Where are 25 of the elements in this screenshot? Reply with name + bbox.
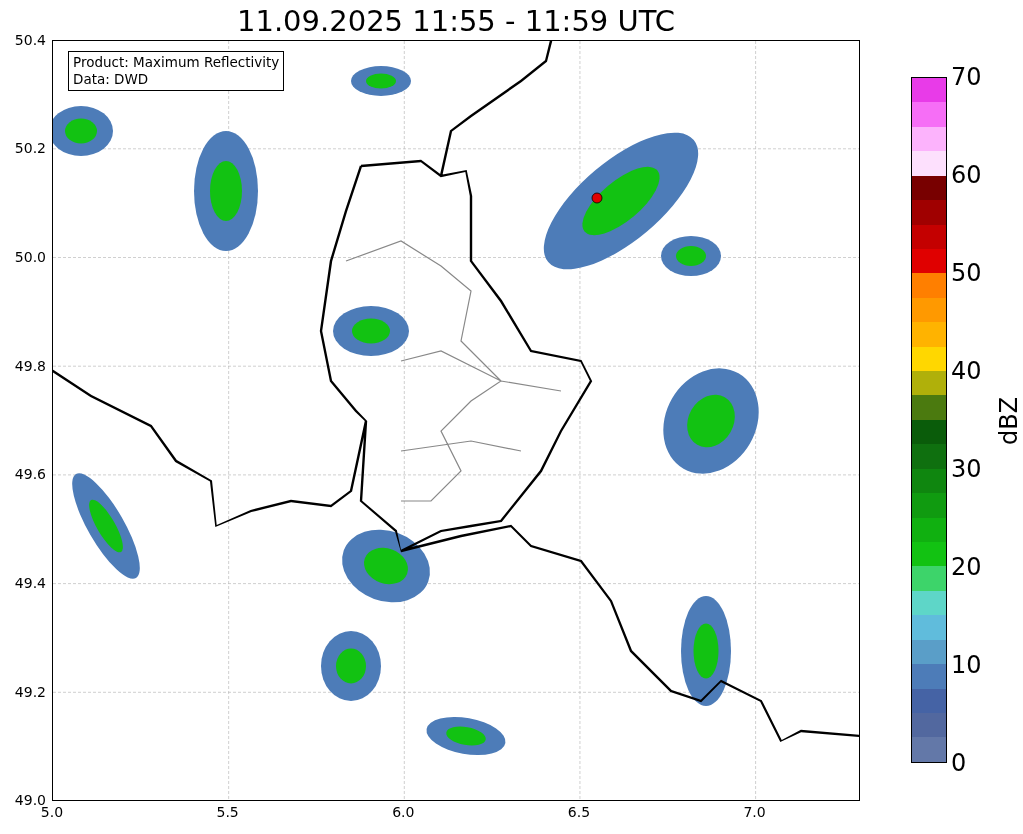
axis-tick-label: 49.0 (14, 793, 46, 808)
scale-label: dBZ (997, 396, 1022, 446)
axis-tick-label: 50.4 (14, 32, 46, 47)
info-text: Data: DWD (73, 71, 150, 88)
scale-tick-label: 20 (951, 555, 982, 579)
axis-tick-label: 6.0 (392, 805, 415, 819)
scale-tick-label: 30 (951, 457, 982, 481)
axis-tick-label: 49.8 (14, 358, 46, 373)
chart-title: 11.09.2025 11:55 - 11:59 UTC (237, 4, 675, 36)
scale-tick-label: 70 (951, 65, 982, 89)
axis-tick-label: 6.5 (567, 805, 591, 819)
scale-tick-label: 50 (951, 261, 982, 285)
axis-tick-label: 49.2 (14, 684, 46, 699)
axis-tick-label: 50.0 (14, 249, 46, 264)
axis-tick-label: 49.6 (14, 467, 46, 482)
scale-tick-label: 60 (951, 163, 982, 187)
axis-tick-label: 7.0 (743, 805, 766, 819)
axis-tick-label: 49.4 (14, 576, 46, 590)
info-text: Product: Maximum Reflectivity (73, 54, 280, 71)
axis-tick-label: 5.5 (216, 805, 239, 819)
scale-tick-label: 0 (951, 751, 967, 775)
axis-tick-label: 5.0 (40, 805, 64, 819)
scale-tick-label: 10 (951, 653, 982, 677)
axis-tick-label: 50.2 (14, 141, 46, 156)
scale-tick-label: 40 (951, 359, 982, 383)
